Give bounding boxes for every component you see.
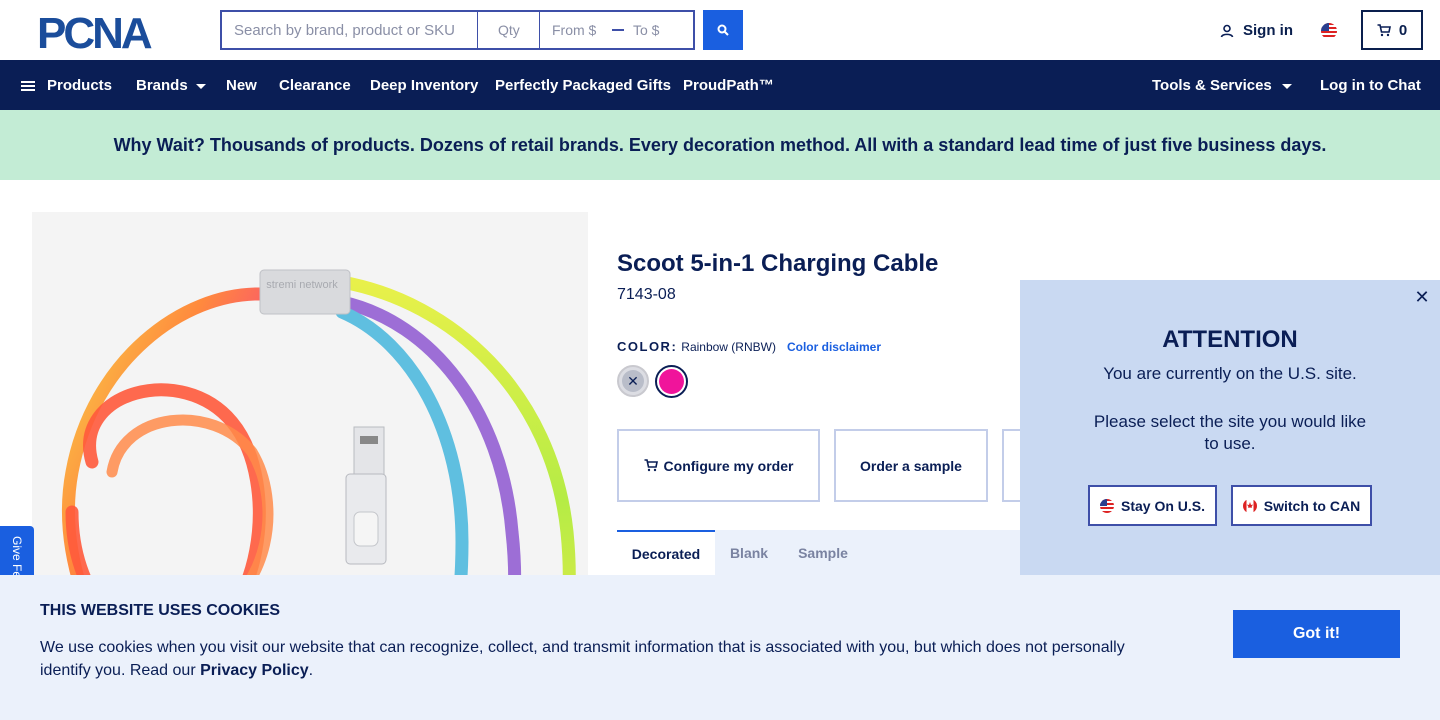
color-row: COLOR: Rainbow (RNBW) Color disclaimer — [617, 339, 881, 354]
popup-message: You are currently on the U.S. site. — [1103, 364, 1357, 383]
nav-products[interactable]: Products — [21, 77, 112, 94]
cart-count: 0 — [1398, 21, 1408, 39]
qty-input[interactable] — [478, 10, 540, 50]
search-button[interactable] — [703, 10, 743, 50]
sign-in-link[interactable]: Sign in — [1220, 22, 1293, 39]
stay-us-label: Stay On U.S. — [1120, 497, 1206, 514]
price-from-input[interactable] — [540, 12, 602, 48]
swatch-rainbow[interactable] — [655, 365, 688, 398]
feedback-tab[interactable]: Give Feedback — [0, 526, 34, 575]
promo-banner: Why Wait? Thousands of products. Dozens … — [0, 110, 1440, 180]
search-icon — [717, 24, 729, 36]
nav-proudpath[interactable]: ProudPath™ — [683, 77, 774, 94]
privacy-policy-link[interactable]: Privacy Policy — [200, 662, 309, 679]
nav-brands-label: Brands — [136, 77, 188, 94]
nav-new[interactable]: New — [226, 77, 257, 94]
switch-can-label: Switch to CAN — [1263, 497, 1361, 514]
more-action-button[interactable] — [1002, 429, 1022, 502]
price-range — [540, 10, 695, 50]
cart-button[interactable]: 0 — [1361, 10, 1423, 50]
feedback-label: Give Feedback — [10, 536, 24, 575]
cart-icon — [644, 459, 658, 472]
tab-sample[interactable]: Sample — [790, 530, 856, 575]
close-icon[interactable]: ✕ — [1414, 288, 1430, 306]
nav-brands[interactable]: Brands — [136, 77, 206, 94]
search-bar — [220, 10, 695, 50]
cookie-banner: THIS WEBSITE USES COOKIES We use cookies… — [0, 575, 1440, 720]
us-flag-icon — [1099, 498, 1114, 513]
order-sample-button[interactable]: Order a sample — [834, 429, 988, 502]
chevron-down-icon — [1281, 84, 1292, 89]
color-disclaimer-link[interactable]: Color disclaimer — [787, 340, 881, 354]
canada-flag-icon — [1242, 498, 1257, 513]
sign-in-label: Sign in — [1243, 22, 1293, 39]
cookie-title: THIS WEBSITE USES COOKIES — [40, 602, 281, 619]
stay-us-button[interactable]: Stay On U.S. — [1088, 485, 1217, 526]
configure-order-button[interactable]: Configure my order — [617, 429, 820, 502]
us-flag-icon[interactable] — [1321, 23, 1337, 39]
nav-deep-inventory[interactable]: Deep Inventory — [370, 77, 478, 94]
color-value: Rainbow (RNBW) — [681, 339, 776, 354]
nav-clearance[interactable]: Clearance — [279, 77, 351, 94]
tab-blank[interactable]: Blank — [723, 530, 775, 575]
logo-text: PCNA — [37, 12, 152, 52]
configure-order-label: Configure my order — [663, 457, 794, 474]
accept-cookies-button[interactable]: Got it! — [1233, 610, 1400, 658]
price-to-input[interactable] — [633, 12, 693, 48]
nav-products-label: Products — [47, 77, 113, 94]
switch-can-button[interactable]: Switch to CAN — [1231, 485, 1372, 526]
nav-tools-label: Tools & Services — [1152, 77, 1272, 94]
tab-decorated[interactable]: Decorated — [617, 530, 715, 575]
product-title: Scoot 5-in-1 Charging Cable — [617, 250, 939, 277]
search-input[interactable] — [220, 10, 478, 50]
user-icon — [1220, 24, 1234, 37]
color-label: COLOR: — [617, 339, 678, 354]
chevron-down-icon — [195, 84, 206, 89]
cart-icon — [1377, 23, 1391, 36]
product-sku: 7143-08 — [617, 286, 676, 303]
site-header: PCNA Sign in — [0, 0, 1440, 60]
image-brand-text: stremi network — [266, 279, 338, 291]
swatch-rainbow-color — [659, 369, 684, 394]
hamburger-icon — [21, 79, 35, 93]
popup-title: ATTENTION — [1162, 326, 1298, 353]
popup-prompt: Please select the site you would like to… — [1093, 412, 1367, 453]
order-sample-label: Order a sample — [860, 457, 962, 474]
nav-chat-login[interactable]: Log in to Chat — [1320, 77, 1421, 94]
pcna-logo[interactable]: PCNA — [37, 12, 187, 52]
close-icon: ✕ — [622, 370, 644, 392]
nav-perfectly-packaged-gifts[interactable]: Perfectly Packaged Gifts — [495, 77, 671, 94]
price-dash — [612, 29, 624, 31]
swatch-blank[interactable]: ✕ — [617, 365, 649, 397]
cookie-period: . — [308, 662, 314, 679]
cookie-text: We use cookies when you visit our websit… — [40, 636, 1150, 682]
nav-tools-services[interactable]: Tools & Services — [1152, 77, 1292, 94]
promo-text: Why Wait? Thousands of products. Dozens … — [113, 134, 1327, 155]
main-nav: Products Brands New Clearance Deep Inven… — [0, 60, 1440, 110]
